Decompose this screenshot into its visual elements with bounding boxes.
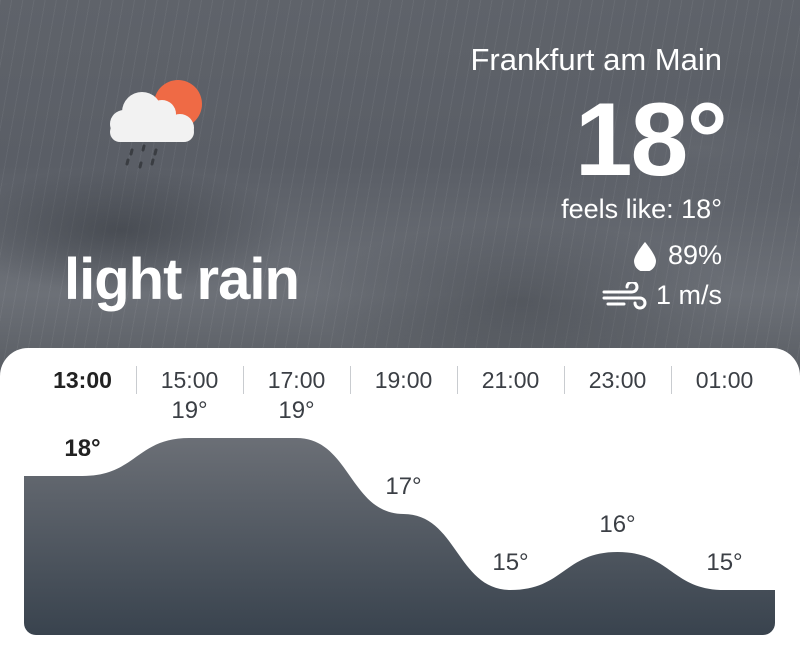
time-separator bbox=[671, 366, 672, 394]
humidity-value: 89% bbox=[667, 240, 722, 270]
temp-label-2300: 16° bbox=[599, 511, 635, 538]
wind-icon bbox=[602, 281, 647, 309]
wind-row: 1 m/s bbox=[602, 280, 722, 311]
temp-label-0100: 15° bbox=[706, 549, 742, 576]
temp-label-1300: 18° bbox=[64, 435, 100, 462]
cloud-rain-sun-icon bbox=[110, 80, 202, 169]
time-tab-1900[interactable]: 19:00 bbox=[350, 362, 457, 398]
time-separator bbox=[457, 366, 458, 394]
wind-value: 1 m/s bbox=[655, 280, 722, 310]
temp-label-1900: 17° bbox=[385, 473, 421, 500]
city-name: Frankfurt am Main bbox=[470, 42, 722, 77]
time-separator bbox=[243, 366, 244, 394]
feels-like: feels like: 18° bbox=[561, 194, 722, 224]
time-tab-1500[interactable]: 15:00 bbox=[136, 362, 243, 398]
time-tab-1700[interactable]: 17:00 bbox=[243, 362, 350, 398]
time-separator bbox=[564, 366, 565, 394]
humidity-row: 89% bbox=[632, 240, 722, 271]
weather-widget: Frankfurt am Main 18° feels like: 18° 89… bbox=[0, 0, 800, 656]
hourly-temperature-chart: 18° 19° 19° 17° 15° 16° 15° bbox=[24, 398, 775, 635]
weather-condition: light rain bbox=[64, 247, 300, 312]
time-tab-0100[interactable]: 01:00 bbox=[671, 362, 778, 398]
droplet-icon bbox=[633, 241, 656, 271]
hourly-time-tabs: 13:00 15:00 17:00 19:00 21:00 23:00 01:00 bbox=[0, 362, 800, 398]
time-separator bbox=[350, 366, 351, 394]
time-tab-2100[interactable]: 21:00 bbox=[457, 362, 564, 398]
time-tab-1300[interactable]: 13:00 bbox=[29, 362, 136, 398]
temperature-area bbox=[24, 438, 775, 635]
temp-label-1500: 19° bbox=[171, 398, 207, 424]
time-separator bbox=[136, 366, 137, 394]
temp-label-1700: 19° bbox=[278, 398, 314, 424]
current-temperature: 18° bbox=[574, 82, 728, 198]
temp-label-2100: 15° bbox=[492, 549, 528, 576]
time-tab-2300[interactable]: 23:00 bbox=[564, 362, 671, 398]
